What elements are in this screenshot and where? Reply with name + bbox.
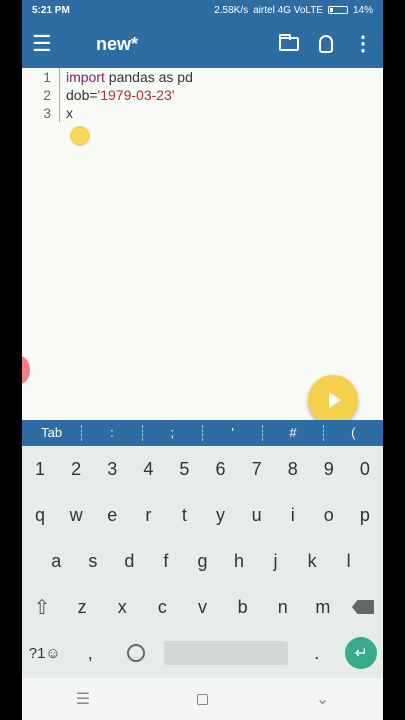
symbol-key[interactable]: Tab xyxy=(22,425,83,441)
symbol-key[interactable]: ' xyxy=(203,425,264,441)
key[interactable]: r xyxy=(131,505,165,526)
key[interactable]: s xyxy=(76,551,110,572)
symbol-key[interactable]: ( xyxy=(324,425,383,441)
key[interactable]: 9 xyxy=(312,459,346,480)
code-line: 2 dob='1979-03-23' xyxy=(22,86,383,104)
folder-icon[interactable] xyxy=(279,34,299,51)
shift-icon[interactable]: ⇧ xyxy=(25,595,59,620)
network-speed: 2.58K/s xyxy=(214,4,249,16)
side-drawer-handle[interactable] xyxy=(22,356,30,384)
key[interactable]: 3 xyxy=(95,459,129,480)
key[interactable]: x xyxy=(105,597,139,618)
code-text: x xyxy=(66,105,73,121)
key[interactable]: 6 xyxy=(204,459,238,480)
symbol-key[interactable]: : xyxy=(82,425,143,441)
globe-icon xyxy=(126,644,145,662)
key[interactable]: l xyxy=(332,551,366,572)
bottom-row: ?1☺ , . ↵ xyxy=(22,630,383,676)
key[interactable]: 0 xyxy=(348,459,382,480)
key[interactable]: b xyxy=(226,597,260,618)
line-number: 2 xyxy=(22,86,60,104)
battery-icon xyxy=(327,6,348,14)
home-nav-icon[interactable] xyxy=(197,693,209,705)
key[interactable]: 2 xyxy=(59,459,93,480)
key[interactable]: w xyxy=(59,505,93,526)
symbols-key[interactable]: ?1☺ xyxy=(28,645,62,662)
line-number: 1 xyxy=(22,68,60,86)
run-button[interactable] xyxy=(308,375,358,425)
menu-nav-icon[interactable]: ☰ xyxy=(76,689,90,709)
nav-bar: ☰ ⌄ xyxy=(22,678,383,720)
code-editor[interactable]: 1 import pandas as pd 2 dob='1979-03-23'… xyxy=(22,68,383,418)
code-text: dob= xyxy=(66,87,98,103)
key[interactable]: t xyxy=(167,505,201,526)
key[interactable]: e xyxy=(95,505,129,526)
key[interactable]: 4 xyxy=(131,459,165,480)
key[interactable]: f xyxy=(149,551,183,572)
key[interactable]: j xyxy=(259,551,293,572)
cursor-handle[interactable] xyxy=(70,126,90,146)
symbol-bar: Tab : ; ' # ( xyxy=(22,420,383,446)
key[interactable]: u xyxy=(240,505,274,526)
key[interactable]: 1 xyxy=(23,459,57,480)
keyword: import xyxy=(66,69,105,85)
letter-row-3: ⇧ z x c v b n m xyxy=(22,584,383,630)
key[interactable]: v xyxy=(185,597,219,618)
key[interactable]: i xyxy=(276,505,310,526)
number-row: 1 2 3 4 5 6 7 8 9 0 xyxy=(22,446,383,492)
symbol-key[interactable]: # xyxy=(263,425,324,441)
key[interactable]: c xyxy=(145,597,179,618)
letter-row-2: a s d f g h j k l xyxy=(22,538,383,584)
key[interactable]: m xyxy=(306,597,340,618)
key[interactable]: y xyxy=(204,505,238,526)
file-title: new* xyxy=(96,33,139,54)
key[interactable]: d xyxy=(112,551,146,572)
backspace-key[interactable] xyxy=(346,600,380,614)
period-key[interactable]: . xyxy=(300,643,334,664)
backspace-icon xyxy=(351,600,374,614)
letter-row-1: q w e r t y u i o p xyxy=(22,492,383,538)
key[interactable]: o xyxy=(312,505,346,526)
status-bar: 5:21 PM 2.58K/s airtel 4G VoLTE 14% xyxy=(22,0,383,20)
play-icon xyxy=(328,392,341,408)
space-bar[interactable] xyxy=(164,641,289,665)
more-options-icon[interactable]: ⋮ xyxy=(353,34,373,54)
string-literal: '1979-03-23' xyxy=(97,87,175,103)
carrier-label: airtel 4G VoLTE xyxy=(253,4,323,16)
comma-key[interactable]: , xyxy=(73,643,107,664)
code-line: 3 x xyxy=(22,104,383,122)
status-time: 5:21 PM xyxy=(32,4,70,16)
code-text: pandas as pd xyxy=(104,69,193,85)
key[interactable]: 7 xyxy=(240,459,274,480)
phone-screen: 5:21 PM 2.58K/s airtel 4G VoLTE 14% ☰ ne… xyxy=(22,0,383,720)
menu-icon[interactable]: ☰ xyxy=(32,31,62,57)
battery-percent: 14% xyxy=(352,4,373,16)
key[interactable]: 8 xyxy=(276,459,310,480)
enter-key[interactable]: ↵ xyxy=(345,637,378,669)
key[interactable]: h xyxy=(222,551,256,572)
code-line: 1 import pandas as pd xyxy=(22,68,383,86)
lightbulb-icon[interactable] xyxy=(319,35,333,53)
key[interactable]: k xyxy=(295,551,329,572)
key[interactable]: q xyxy=(23,505,57,526)
line-number: 3 xyxy=(22,104,60,122)
language-key[interactable] xyxy=(119,644,153,662)
key[interactable]: 5 xyxy=(167,459,201,480)
key[interactable]: g xyxy=(185,551,219,572)
app-bar: ☰ new* ⋮ xyxy=(22,20,383,68)
key[interactable]: p xyxy=(348,505,382,526)
keyboard: 1 2 3 4 5 6 7 8 9 0 q w e r t y u i o p … xyxy=(22,446,383,678)
key[interactable]: z xyxy=(65,597,99,618)
key[interactable]: n xyxy=(266,597,300,618)
back-nav-icon[interactable]: ⌄ xyxy=(316,689,329,709)
key[interactable]: a xyxy=(39,551,73,572)
symbol-key[interactable]: ; xyxy=(143,425,203,441)
